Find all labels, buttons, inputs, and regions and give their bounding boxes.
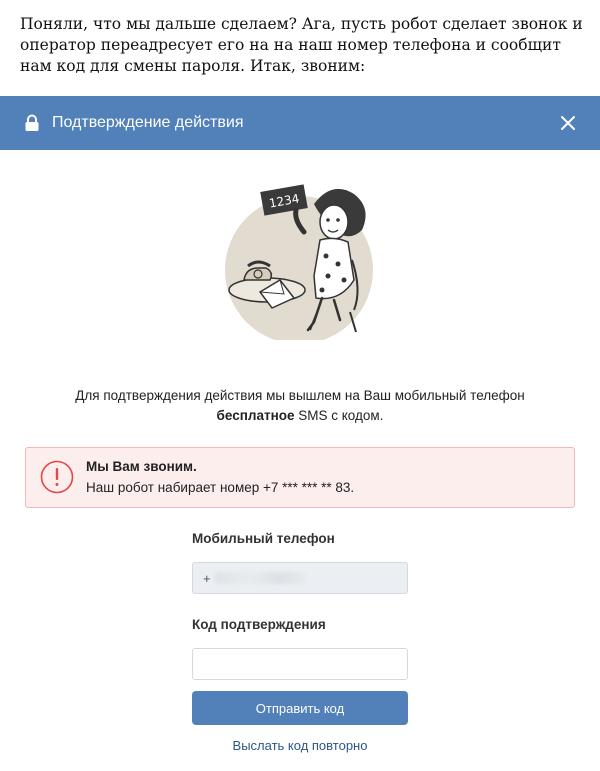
info-line-2: бесплатное SMS с кодом.	[30, 406, 570, 426]
call-alert: Мы Вам звоним. Наш робот набирает номер …	[25, 447, 575, 508]
phone-value: +	[203, 570, 211, 586]
phone-field[interactable]: +	[192, 562, 408, 594]
dialog-title: Подтверждение действия	[52, 114, 244, 131]
dialog-body: 1234 Для подтверждения действия мы вышле…	[0, 150, 600, 771]
close-icon[interactable]	[558, 113, 578, 133]
code-label: Код подтверждения	[192, 617, 326, 632]
alert-text: Наш робот набирает номер +7 *** *** ** 8…	[86, 480, 355, 495]
info-line-1: Для подтверждения действия мы вышлем на …	[75, 388, 525, 403]
info-rest: SMS с кодом.	[294, 408, 384, 423]
resend-code-link[interactable]: Выслать код повторно	[192, 738, 408, 753]
info-bold: бесплатное	[216, 408, 295, 423]
intro-text: Поняли, что мы дальше сделаем? Ага, пуст…	[20, 15, 583, 75]
dialog-header: Подтверждение действия	[0, 96, 600, 150]
send-code-button[interactable]: Отправить код	[192, 691, 408, 725]
redacted-number	[213, 572, 306, 584]
exclamation-icon	[40, 460, 74, 494]
lock-icon	[25, 114, 39, 131]
operator-illustration: 1234	[225, 184, 373, 340]
code-field[interactable]	[192, 648, 408, 680]
alert-title: Мы Вам звоним.	[86, 459, 197, 474]
phone-label: Мобильный телефон	[192, 531, 335, 546]
info-text: Для подтверждения действия мы вышлем на …	[30, 386, 570, 426]
